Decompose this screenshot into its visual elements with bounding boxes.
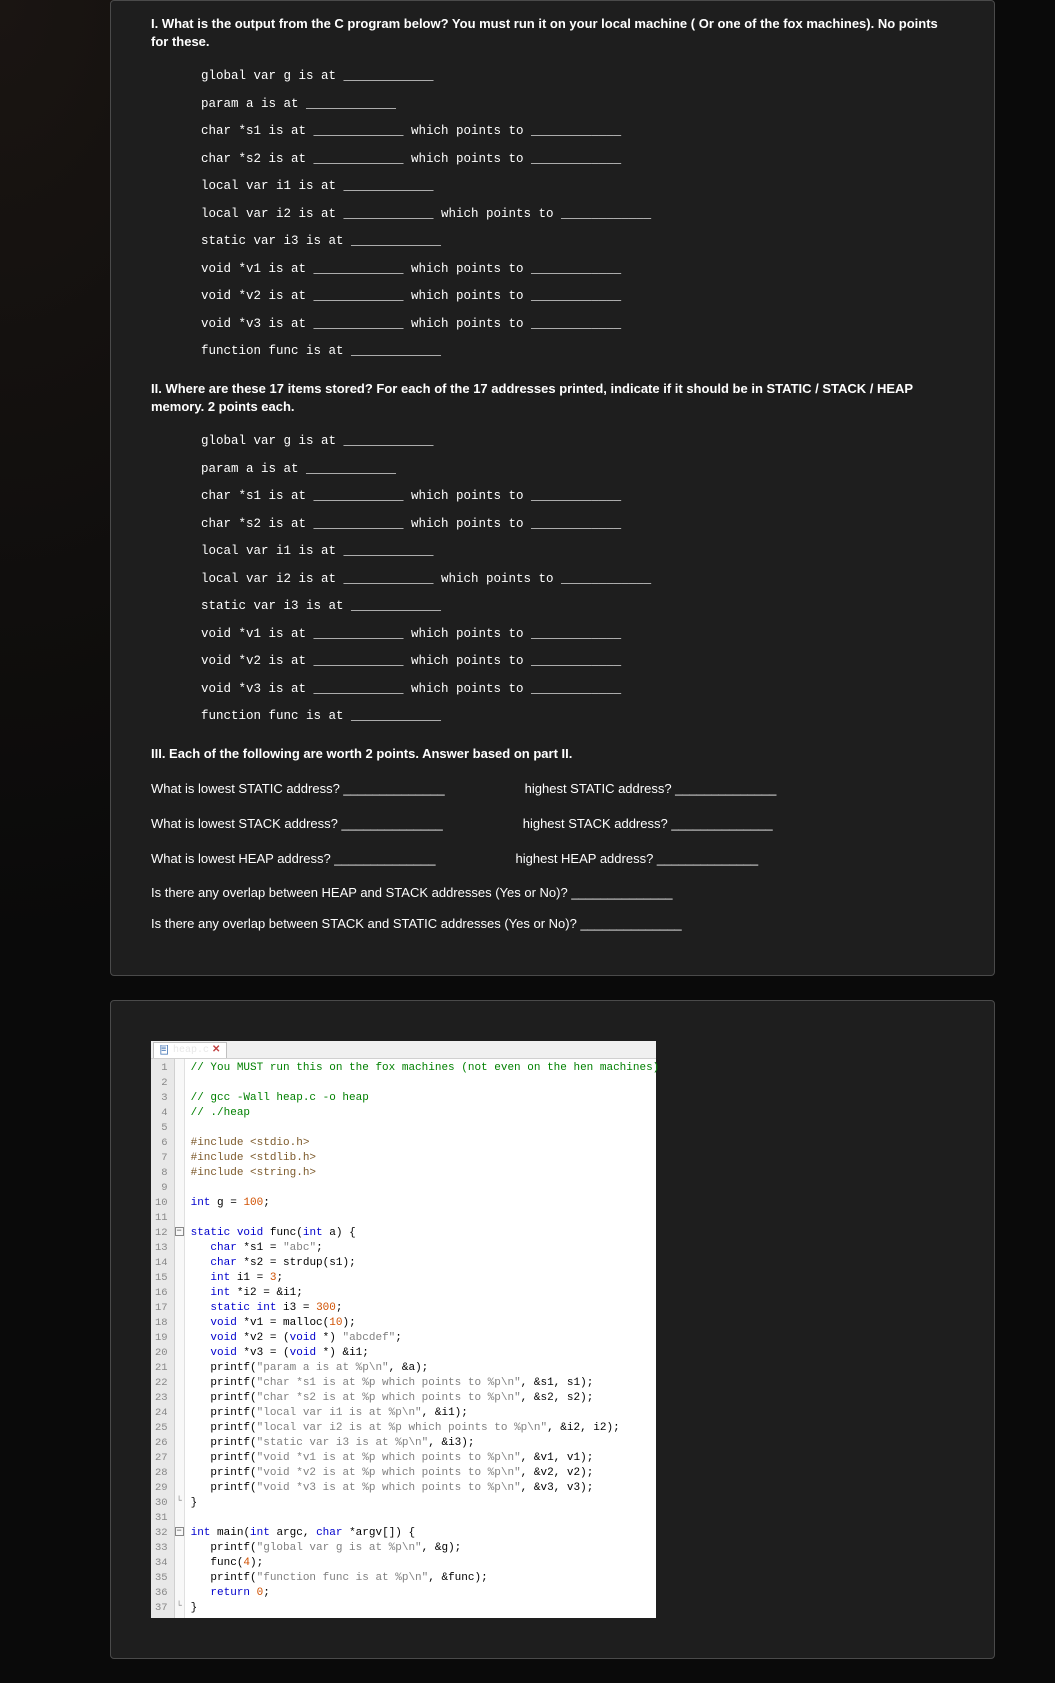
output-line: char *s2 is at ____________ which points…: [201, 511, 954, 539]
part1-heading: I. What is the output from the C program…: [151, 15, 954, 51]
editor-tab-bar: heap.c ✕: [151, 1041, 656, 1059]
output-line: static var i3 is at ____________: [201, 593, 954, 621]
fold-column: − └ − └: [175, 1059, 185, 1618]
output-line: local var i1 is at ____________: [201, 173, 954, 201]
address-question-row: What is lowest HEAP address? ___________…: [151, 845, 954, 874]
address-question-row: What is lowest STATIC address? _________…: [151, 775, 954, 804]
editor-tab[interactable]: heap.c ✕: [153, 1042, 227, 1058]
part2-heading: II. Where are these 17 items stored? For…: [151, 380, 954, 416]
output-line: void *v2 is at ____________ which points…: [201, 283, 954, 311]
address-question: highest STACK address? ______________: [523, 814, 773, 835]
address-question: highest STATIC address? ______________: [525, 779, 777, 800]
output-line: void *v3 is at ____________ which points…: [201, 311, 954, 339]
output-line: local var i2 is at ____________ which po…: [201, 566, 954, 594]
output-line: global var g is at ____________: [201, 428, 954, 456]
output-line: char *s1 is at ____________ which points…: [201, 483, 954, 511]
part1-lines: global var g is at ____________param a i…: [201, 63, 954, 366]
output-line: param a is at ____________: [201, 456, 954, 484]
output-line: global var g is at ____________: [201, 63, 954, 91]
fold-toggle-icon[interactable]: −: [175, 1527, 184, 1536]
part3-rows: What is lowest STATIC address? _________…: [151, 775, 954, 873]
code-card: heap.c ✕ 1234567891011121314151617181920…: [110, 1000, 995, 1659]
tab-filename: heap.c: [173, 1045, 209, 1056]
overlap-q2: Is there any overlap between STACK and S…: [151, 914, 954, 935]
output-line: void *v1 is at ____________ which points…: [201, 621, 954, 649]
part2-lines: global var g is at ____________param a i…: [201, 428, 954, 731]
output-line: param a is at ____________: [201, 91, 954, 119]
output-line: static var i3 is at ____________: [201, 228, 954, 256]
output-line: function func is at ____________: [201, 703, 954, 731]
editor-body: 1234567891011121314151617181920212223242…: [151, 1059, 656, 1618]
output-line: char *s2 is at ____________ which points…: [201, 146, 954, 174]
output-line: char *s1 is at ____________ which points…: [201, 118, 954, 146]
address-question: highest HEAP address? ______________: [516, 849, 759, 870]
overlap-q1: Is there any overlap between HEAP and ST…: [151, 883, 954, 904]
code-editor: heap.c ✕ 1234567891011121314151617181920…: [151, 1041, 656, 1618]
address-question-row: What is lowest STACK address? __________…: [151, 810, 954, 839]
line-number-gutter: 1234567891011121314151617181920212223242…: [151, 1059, 175, 1618]
output-line: void *v1 is at ____________ which points…: [201, 256, 954, 284]
question-card: I. What is the output from the C program…: [110, 0, 995, 976]
address-question: What is lowest STACK address? __________…: [151, 814, 443, 835]
output-line: void *v3 is at ____________ which points…: [201, 676, 954, 704]
output-line: function func is at ____________: [201, 338, 954, 366]
fold-toggle-icon[interactable]: −: [175, 1227, 184, 1236]
part3-heading: III. Each of the following are worth 2 p…: [151, 745, 954, 763]
output-line: local var i1 is at ____________: [201, 538, 954, 566]
output-line: local var i2 is at ____________ which po…: [201, 201, 954, 229]
code-content: // You MUST run this on the fox machines…: [185, 1059, 666, 1618]
file-icon: [160, 1045, 170, 1055]
address-question: What is lowest HEAP address? ___________…: [151, 849, 436, 870]
address-question: What is lowest STATIC address? _________…: [151, 779, 445, 800]
output-line: void *v2 is at ____________ which points…: [201, 648, 954, 676]
close-icon[interactable]: ✕: [212, 1044, 220, 1056]
